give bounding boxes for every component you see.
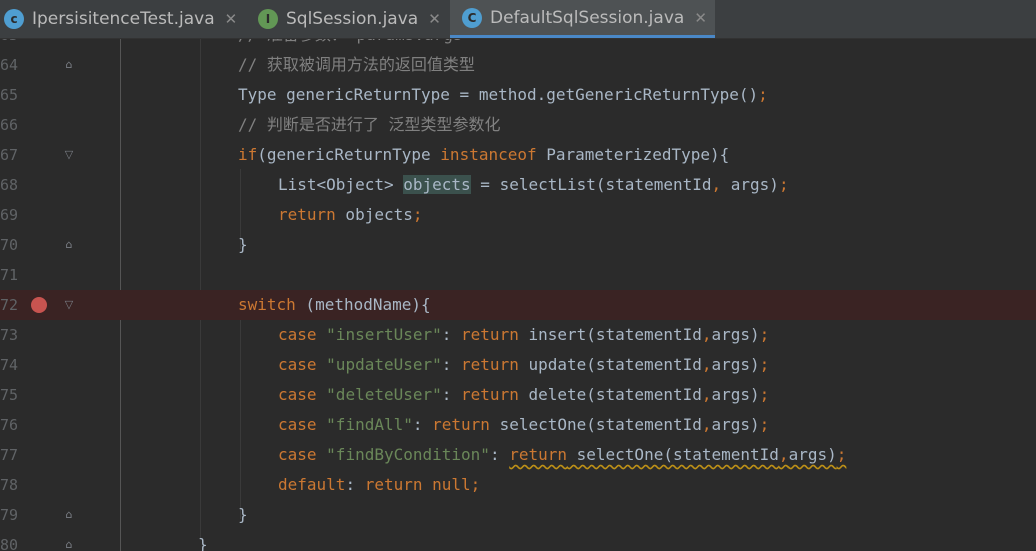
line-number: 79 <box>0 506 19 524</box>
code-text: if(genericReturnType instanceof Paramete… <box>238 145 730 164</box>
line-number: 63 <box>0 39 18 50</box>
code-line: 69 return objects; <box>0 200 1036 230</box>
code-text: List<Object> objects = selectList(statem… <box>278 175 789 194</box>
code-line: 75 case "deleteUser": return delete(stat… <box>0 380 1036 410</box>
tab-label: SqlSession.java <box>286 9 419 29</box>
breakpoint-icon[interactable] <box>31 297 47 313</box>
code-text: default: return null; <box>278 475 481 494</box>
line-number: 77 <box>0 446 19 464</box>
fold-end-icon[interactable]: ⌂ <box>63 508 75 521</box>
code-text: } <box>198 535 208 551</box>
line-number: 66 <box>0 116 19 134</box>
code-line: 70 ⌂ } <box>0 230 1036 260</box>
code-line: 74 case "updateUser": return update(stat… <box>0 350 1036 380</box>
fold-icon[interactable]: ▽ <box>63 298 75 311</box>
code-line: 79 ⌂ } <box>0 500 1036 530</box>
fold-end-icon[interactable]: ⌂ <box>63 58 75 71</box>
editor-tab-bar: c IpersisitenceTest.java ✕ I SqlSession.… <box>0 0 1036 39</box>
line-number: 69 <box>0 206 19 224</box>
code-text: } <box>238 235 248 254</box>
code-line: 77 case "findByCondition": return select… <box>0 440 1036 470</box>
code-text: case "deleteUser": return delete(stateme… <box>278 385 770 404</box>
fold-end-icon[interactable]: ⌂ <box>63 538 75 551</box>
close-icon[interactable]: ✕ <box>694 9 707 27</box>
fold-icon[interactable]: ⌂ <box>63 39 75 41</box>
code-text: switch (methodName){ <box>238 295 431 314</box>
code-text: } <box>238 505 248 524</box>
line-number: 73 <box>0 326 19 344</box>
tab-label: DefaultSqlSession.java <box>490 7 685 28</box>
code-line: 73 case "insertUser": return insert(stat… <box>0 320 1036 350</box>
code-line: 64 ⌂ // 获取被调用方法的返回值类型 <box>0 50 1036 80</box>
class-icon: C <box>462 7 482 28</box>
tab-ipersisitence-test[interactable]: c IpersisitenceTest.java ✕ <box>0 0 250 38</box>
code-line: 78 default: return null; <box>0 470 1036 500</box>
code-line: 68 List<Object> objects = selectList(sta… <box>0 170 1036 200</box>
line-number: 78 <box>0 476 19 494</box>
code-line: 65 Type genericReturnType = method.getGe… <box>0 80 1036 110</box>
code-text: Type genericReturnType = method.getGener… <box>238 85 768 104</box>
tab-default-sql-session[interactable]: C DefaultSqlSession.java ✕ <box>450 0 715 38</box>
close-icon[interactable]: ✕ <box>428 10 441 28</box>
line-number: 64 <box>0 56 19 74</box>
line-number: 80 <box>0 536 19 551</box>
line-number: 68 <box>0 176 19 194</box>
line-number: 75 <box>0 386 19 404</box>
code-text: case "insertUser": return insert(stateme… <box>278 325 770 344</box>
code-editor[interactable]: 63 ⌂ // 准备参数： params:args 64 ⌂ // 获取被调用方… <box>0 39 1036 551</box>
code-text: return objects; <box>278 205 423 224</box>
code-text: case "findAll": return selectOne(stateme… <box>278 415 770 434</box>
line-number: 67 <box>0 146 19 164</box>
code-text: case "findByCondition": return selectOne… <box>278 445 847 464</box>
tab-label: IpersisitenceTest.java <box>32 9 215 29</box>
code-line: 71 <box>0 260 1036 290</box>
tab-sql-session[interactable]: I SqlSession.java ✕ <box>250 0 450 38</box>
fold-icon[interactable]: ▽ <box>63 148 75 161</box>
line-number: 76 <box>0 416 19 434</box>
class-icon: c <box>4 9 24 29</box>
code-line: 80 ⌂ } <box>0 530 1036 551</box>
fold-end-icon[interactable]: ⌂ <box>63 238 75 251</box>
close-icon[interactable]: ✕ <box>225 10 238 28</box>
code-text: // 获取被调用方法的返回值类型 <box>238 55 475 74</box>
line-number: 74 <box>0 356 19 374</box>
code-line: 63 ⌂ // 准备参数： params:args <box>0 39 1036 50</box>
code-line: 67 ▽ if(genericReturnType instanceof Par… <box>0 140 1036 170</box>
line-number: 65 <box>0 86 19 104</box>
interface-icon: I <box>258 9 278 29</box>
line-number: 70 <box>0 236 19 254</box>
code-line: 76 case "findAll": return selectOne(stat… <box>0 410 1036 440</box>
code-text: // 准备参数： params:args <box>238 39 463 50</box>
code-text: // 判断是否进行了 泛型类型参数化 <box>238 115 501 134</box>
code-text: case "updateUser": return update(stateme… <box>278 355 770 374</box>
line-number: 72 <box>0 296 19 314</box>
code-line-breakpoint: 72 ▽ switch (methodName){ <box>0 290 1036 320</box>
code-line: 66 // 判断是否进行了 泛型类型参数化 <box>0 110 1036 140</box>
line-number: 71 <box>0 266 19 284</box>
